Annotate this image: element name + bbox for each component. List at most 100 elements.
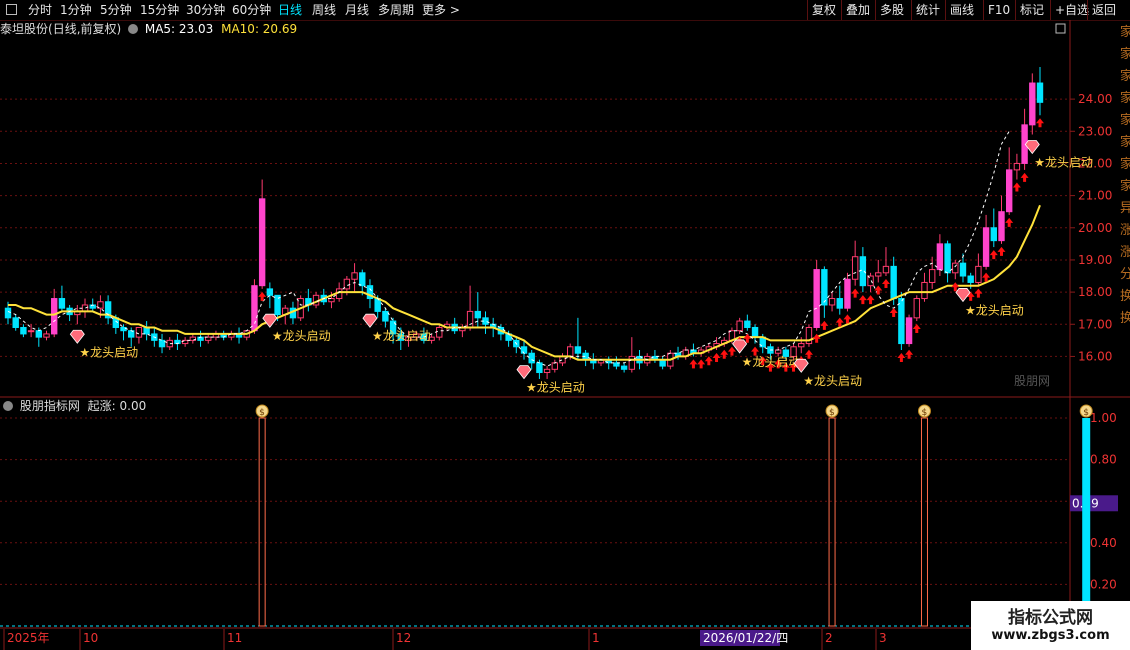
red-arrow-icon [820,320,829,330]
candle-body [898,298,905,345]
cursor-date: 2026/01/22/四 [703,631,788,645]
red-arrow-icon [1036,118,1044,128]
signal-label-5: ★龙头启动 [803,374,862,388]
candle-body [35,330,43,338]
candle-body [351,272,358,280]
red-arrow-icon [997,246,1006,256]
gem-icon [793,358,809,373]
candle-body [1036,82,1044,103]
candle-body [905,317,913,345]
candle-body [51,298,58,335]
candle-body [913,298,920,319]
red-arrow-icon [897,353,906,363]
candle-body [936,243,944,271]
candle-body [58,298,66,309]
money-bag-symbol: $ [921,408,927,418]
candle-body [258,198,266,287]
candle-body [744,320,751,328]
candle-body [382,310,389,322]
side-panel-chars: 家家家家家家家家异涨涨分换换 [1120,25,1130,326]
red-arrow-icon [697,359,706,369]
candle-body [574,346,582,354]
red-arrow-icon [989,250,998,260]
red-arrow-icon [974,288,983,298]
signal-label-1: ★龙头启动 [272,329,331,343]
gem-icon [955,288,971,303]
candle-body [736,320,743,332]
site-watermark: 指标公式网 www.zbgs3.com [971,601,1130,650]
candle-body [836,298,843,309]
candle-body [551,362,559,370]
date-label: 3 [879,631,887,645]
candle-body [751,326,759,338]
red-arrow-icon [689,359,698,369]
gem-icon [362,313,378,328]
date-label: 2 [825,631,833,645]
red-arrow-icon [712,353,721,363]
candle-body [205,336,212,341]
red-arrow-icon [905,349,914,359]
red-arrow-icon [912,324,921,334]
date-label: 2025年 [7,631,50,645]
candle-body [967,275,974,283]
candle-body [543,368,551,374]
signal-label-3: ★龙头启动 [526,381,585,395]
price-tick-label: 20.00 [1078,221,1112,235]
candle-body [158,339,166,348]
candle-body [1013,162,1021,171]
gem-icon [516,365,532,380]
candle-body [135,326,143,338]
candle-body [374,298,381,312]
candle-body [43,333,50,338]
indicator-bar [258,417,266,627]
candle-body [567,346,574,357]
signal-label-7: ★龙头启动 [1034,155,1093,169]
candle-body [4,307,12,319]
price-tick-label: 16.00 [1078,349,1112,363]
indicator-tick-label: 1.00 [1090,411,1117,425]
candle-body [474,310,481,319]
candle-body [975,265,982,283]
candle-body [620,365,628,370]
candle-body [959,262,967,277]
kline-chart[interactable]: 24.0023.0022.0021.0020.0019.0018.0017.00… [0,0,1130,650]
candle-body [821,269,828,306]
gem-icon [262,313,278,328]
candle-body [12,317,19,328]
signal-label-2: ★龙头启动 [372,329,431,343]
price-tick-label: 18.00 [1078,285,1112,299]
candle-body [436,326,443,338]
candle-body [982,227,990,267]
red-arrow-icon [727,346,736,356]
candle-body [266,288,274,296]
candle-body [844,278,851,309]
candle-body [944,243,951,274]
indicator-bar [1082,418,1091,626]
watermark-title: 指标公式网 [1008,608,1093,628]
candle-body [828,298,836,306]
money-bag-symbol: $ [829,408,835,418]
maximize-icon [1055,23,1066,34]
candle-body [851,256,859,280]
pengbo-watermark: 股朋网 [1014,374,1051,388]
money-bag-symbol: $ [1083,408,1089,418]
candle-body [328,298,335,303]
date-label: 1 [592,631,600,645]
signal-label-6: ★龙头启动 [965,303,1024,317]
candle-body [466,310,474,328]
candle-body [520,346,528,354]
indicator-tick-label: 0.40 [1090,536,1117,550]
price-tick-label: 19.00 [1078,253,1112,267]
candle-body [251,285,258,332]
candle-body [921,281,928,300]
price-tick-label: 17.00 [1078,317,1112,331]
indicator-bar [920,417,928,627]
candle-body [998,211,1005,242]
red-arrow-icon [881,279,890,289]
red-arrow-icon [720,349,729,359]
signal-label-4: ★龙头启动 [742,355,801,369]
red-arrow-icon [851,288,860,298]
candle-body [798,343,805,348]
candle-body [882,265,890,274]
candle-body [952,262,959,274]
